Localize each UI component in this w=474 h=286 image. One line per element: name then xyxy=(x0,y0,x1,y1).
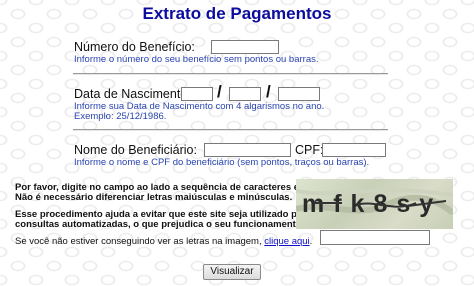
nascimento-label: Data de Nascimento: xyxy=(74,87,191,101)
beneficio-input[interactable] xyxy=(211,40,279,54)
captcha-instruction: Não é necessário diferenciar letras maiú… xyxy=(15,192,293,203)
cpf-input[interactable] xyxy=(322,143,386,157)
beneficiario-label: Nome do Beneficiário: xyxy=(74,143,197,157)
captcha-fallback-text: Se você não estiver conseguindo ver as l… xyxy=(15,236,262,247)
cpf-label: CPF: xyxy=(295,143,324,157)
captcha-fallback-end: . xyxy=(309,236,313,247)
beneficio-hint: Informe o número do seu benefício sem po… xyxy=(74,54,319,65)
divider xyxy=(73,73,388,75)
captcha-input[interactable] xyxy=(320,230,430,245)
beneficiario-hint: Informe o nome e CPF do beneficiário (se… xyxy=(74,157,370,168)
divider xyxy=(73,129,388,131)
nascimento-example: Exemplo: 25/12/1986. xyxy=(74,111,167,122)
visualizar-button[interactable]: Visualizar xyxy=(203,264,261,280)
dia-input[interactable] xyxy=(181,87,213,101)
mes-input[interactable] xyxy=(229,87,261,101)
date-separator: / xyxy=(217,82,222,101)
nome-input[interactable] xyxy=(204,143,291,157)
captcha-purpose: consultas automatizadas, o que prejudica… xyxy=(15,219,305,230)
date-separator: / xyxy=(266,82,271,101)
beneficio-label: Número do Benefício: xyxy=(74,40,195,54)
captcha-image: mfk8sy xyxy=(296,179,453,229)
ano-input[interactable] xyxy=(278,87,320,101)
captcha-fallback: Se você não estiver conseguindo ver as l… xyxy=(15,236,312,247)
captcha-refresh-link[interactable]: clique aqui xyxy=(264,236,309,247)
page-title: Extrato de Pagamentos xyxy=(142,4,332,23)
